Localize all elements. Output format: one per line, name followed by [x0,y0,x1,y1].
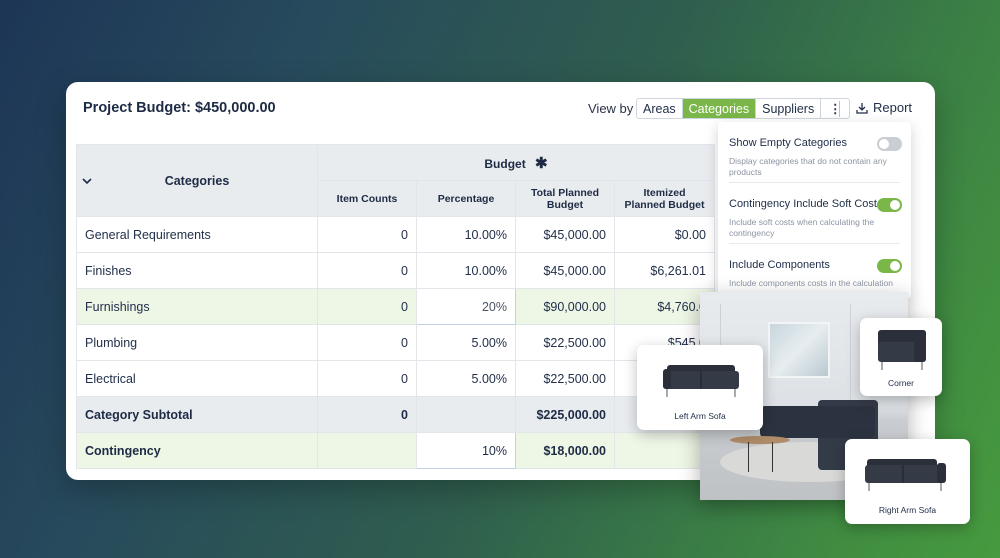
percentage-cell[interactable]: 10.00% [416,252,516,289]
subtotal-total: $225,000.00 [515,396,615,433]
divider [729,182,900,183]
category-name: Electrical [76,360,318,397]
product-card-right-arm-sofa[interactable]: Right Arm Sofa [845,439,970,524]
option-include-components[interactable]: Include Components Include components co… [729,259,901,289]
table-leg [772,442,773,472]
option-contingency-include-soft-cost[interactable]: Contingency Include Soft Cost Include so… [729,198,901,238]
report-button[interactable]: Report [856,100,912,115]
sofa-icon [865,459,946,491]
table-leg [748,442,749,472]
coffee-table [730,436,790,444]
product-card-corner[interactable]: Corner [860,318,942,396]
percentage-cell[interactable]: 10.00% [416,216,516,253]
wall-panel [850,304,851,404]
item-counts-header[interactable]: Item Counts [317,180,417,217]
contingency-total: $18,000.00 [515,432,615,469]
product-label: Corner [888,378,914,388]
view-by-label: View by [588,101,634,116]
total-budget-cell: $22,500.00 [515,324,615,361]
contingency-label: Contingency [76,432,318,469]
subtotal-row: Category Subtotal 0 $225,000.00 [76,396,715,433]
percentage-cell[interactable]: 5.00% [416,324,516,361]
page-title: Project Budget: $450,000.00 [83,100,276,116]
option-label: Contingency Include Soft Cost [729,198,877,210]
contingency-percentage-input[interactable]: 10% [416,432,516,469]
categories-column-header[interactable]: Categories [76,144,318,217]
sofa-icon [663,365,739,397]
view-categories-button[interactable]: Categories [682,99,757,118]
category-name: Furnishings [76,288,318,325]
table-row: Plumbing 0 5.00% $22,500.00 $545.0 [76,324,715,361]
option-show-empty-categories[interactable]: Show Empty Categories Display categories… [729,137,901,177]
toolbar-divider [839,101,840,117]
chevron-down-icon[interactable] [81,175,93,189]
view-options-dropdown: Show Empty Categories Display categories… [718,122,911,298]
category-name: Plumbing [76,324,318,361]
wall-art [768,322,830,378]
item-count-cell: 0 [317,360,417,397]
itemized-planned-budget-header[interactable]: Itemized Planned Budget [614,180,715,217]
include-components-toggle[interactable] [877,259,902,273]
contingency-row: Contingency 10% $18,000.00 [76,432,715,469]
report-label: Report [873,100,913,115]
subtotal-percentage [416,396,516,433]
total-budget-cell: $45,000.00 [515,252,615,289]
option-description: Display categories that do not contain a… [729,156,887,177]
table-row: Furnishings 0 20% $90,000.00 $4,760.0 [76,288,715,325]
table-row: Electrical 0 5.00% $22,500.00 [76,360,715,397]
divider [729,243,900,244]
option-description: Include soft costs when calculating the … [729,217,875,238]
corner-sofa-icon [878,330,926,370]
budget-table: Categories Budget ✱ Item Counts Percenta… [76,144,715,469]
contingency-count [317,432,417,469]
product-label: Right Arm Sofa [878,505,937,515]
budget-group-header: Budget ✱ [317,144,715,181]
itemized-budget-cell: $0.00 [614,216,715,253]
total-budget-cell: $90,000.00 [515,288,615,325]
item-count-cell: 0 [317,216,417,253]
category-name: General Requirements [76,216,318,253]
view-areas-button[interactable]: Areas [637,99,683,118]
budget-header-label: Budget [484,156,526,171]
subtotal-label: Category Subtotal [76,396,318,433]
view-by-segmented-control: Areas Categories Suppliers ⋮ [636,98,851,119]
percentage-input[interactable]: 20% [416,288,516,325]
categories-header-label: Categories [164,173,230,188]
sectional-sofa [760,406,875,438]
category-name: Finishes [76,252,318,289]
show-empty-categories-toggle[interactable] [877,137,902,151]
itemized-budget-cell: $6,261.01 [614,252,715,289]
percentage-header[interactable]: Percentage [416,180,516,217]
product-label: Left Arm Sofa [674,411,726,421]
download-icon [856,102,868,114]
view-suppliers-button[interactable]: Suppliers [756,99,822,118]
table-row: General Requirements 0 10.00% $45,000.00… [76,216,715,253]
table-row: Finishes 0 10.00% $45,000.00 $6,261.01 [76,252,715,289]
total-budget-cell: $22,500.00 [515,360,615,397]
option-description: Include components costs in the calculat… [729,278,893,288]
option-label: Show Empty Categories [729,137,847,149]
percentage-cell[interactable]: 5.00% [416,360,516,397]
asterisk-icon: ✱ [535,154,548,172]
item-count-cell: 0 [317,252,417,289]
total-planned-budget-header[interactable]: Total Planned Budget [515,180,615,217]
contingency-include-soft-cost-toggle[interactable] [877,198,902,212]
total-budget-cell: $45,000.00 [515,216,615,253]
subtotal-count: 0 [317,396,417,433]
item-count-cell: 0 [317,288,417,325]
product-card-left-arm-sofa[interactable]: Left Arm Sofa [637,345,763,430]
option-label: Include Components [729,259,830,271]
item-count-cell: 0 [317,324,417,361]
more-options-button[interactable]: ⋮ [821,99,849,118]
